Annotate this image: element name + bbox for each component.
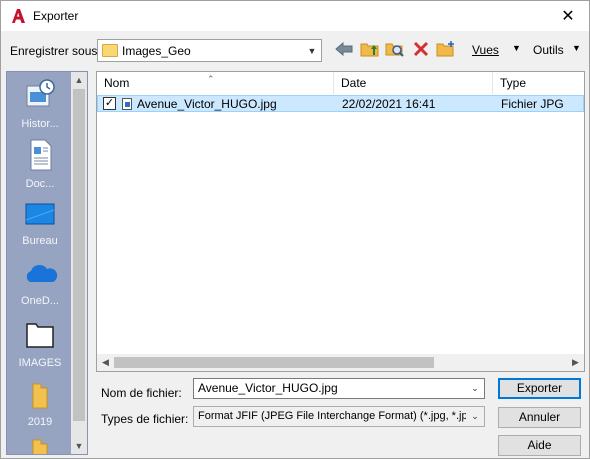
search-web-button[interactable] — [385, 39, 405, 59]
place-documents[interactable]: Doc... — [7, 138, 73, 190]
place-partial[interactable] — [7, 436, 73, 454]
folder-outline-icon — [26, 323, 54, 348]
help-button[interactable]: Aide — [498, 435, 581, 456]
place-label: OneD... — [21, 295, 59, 307]
onedrive-icon — [26, 264, 58, 282]
tools-menu[interactable]: Outils — [533, 43, 564, 57]
autocad-app-icon — [10, 8, 26, 24]
export-button[interactable]: Exporter — [498, 378, 581, 399]
new-folder-button[interactable] — [436, 39, 456, 59]
views-menu[interactable]: Vues — [472, 43, 499, 57]
column-label: Nom — [104, 76, 130, 90]
place-label: 2019 — [27, 416, 53, 428]
search-web-icon — [385, 43, 404, 57]
filename-input[interactable]: Avenue_Victor_HUGO.jpg ⌄ — [193, 378, 485, 399]
places-sidebar: Histor... Doc... Bureau OneD... IMAGES 2… — [6, 71, 88, 455]
place-label: Histor... — [21, 118, 59, 130]
folder-icon — [32, 383, 48, 409]
scroll-up-icon[interactable]: ▲ — [71, 72, 87, 88]
column-header-type[interactable]: Type — [493, 72, 584, 94]
window-title: Exporter — [33, 9, 79, 23]
chevron-down-icon: ▼ — [307, 45, 317, 56]
close-button[interactable]: ✕ — [547, 1, 589, 31]
filetype-dropdown[interactable]: Format JFIF (JPEG File Interchange Forma… — [193, 406, 485, 427]
export-dialog: Exporter ✕ Enregistrer sous: Images_Geo … — [0, 0, 590, 459]
up-folder-icon — [360, 43, 379, 57]
folder-icon — [102, 44, 118, 57]
history-icon — [26, 79, 55, 107]
documents-icon — [30, 139, 52, 171]
place-label: Doc... — [25, 178, 55, 190]
filename-value: Avenue_Victor_HUGO.jpg — [198, 381, 338, 395]
scroll-left-icon[interactable]: ◀ — [97, 354, 114, 371]
column-label: Date — [341, 76, 367, 90]
place-desktop[interactable]: Bureau — [7, 200, 73, 247]
place-label: Bureau — [22, 235, 58, 247]
scroll-down-icon[interactable]: ▼ — [71, 438, 87, 454]
column-header-name[interactable]: ⌃ Nom — [97, 72, 334, 94]
delete-icon — [413, 41, 429, 57]
folder-icon — [32, 439, 48, 454]
up-folder-button[interactable] — [360, 39, 380, 59]
file-name: Avenue_Victor_HUGO.jpg — [137, 97, 277, 111]
filename-label: Nom de fichier: — [101, 386, 182, 400]
horizontal-scroll-thumb[interactable] — [114, 357, 434, 368]
save-in-label: Enregistrer sous: — [10, 44, 101, 58]
place-images[interactable]: IMAGES — [7, 320, 73, 369]
chevron-down-icon[interactable]: ⌄ — [466, 379, 484, 398]
filetype-label: Types de fichier: — [101, 412, 189, 426]
title-bar: Exporter ✕ — [1, 1, 589, 31]
column-label: Type — [500, 76, 527, 90]
views-label: Vues — [472, 43, 499, 57]
save-in-value: Images_Geo — [122, 43, 191, 58]
place-onedrive[interactable]: OneD... — [7, 260, 73, 307]
save-in-dropdown[interactable]: Images_Geo ▼ — [97, 39, 322, 62]
file-row[interactable]: ✓ Avenue_Victor_HUGO.jpg 22/02/2021 16:4… — [97, 95, 584, 112]
delete-button[interactable] — [411, 39, 431, 59]
jpg-file-icon — [122, 98, 132, 110]
file-checkbox[interactable]: ✓ — [103, 97, 116, 110]
cancel-button[interactable]: Annuler — [498, 407, 581, 428]
sidebar-scrollbar[interactable]: ▲ ▼ — [71, 72, 87, 454]
place-2019[interactable]: 2019 — [7, 380, 73, 428]
tools-label: Outils — [533, 43, 564, 57]
views-dropdown-icon[interactable]: ▼ — [512, 43, 521, 53]
filetype-value: Format JFIF (JPEG File Interchange Forma… — [198, 410, 484, 422]
sidebar-scroll-thumb[interactable] — [73, 89, 85, 421]
back-button[interactable] — [334, 39, 354, 59]
scroll-right-icon[interactable]: ▶ — [567, 354, 584, 371]
column-header-date[interactable]: Date — [334, 72, 493, 94]
new-folder-icon — [436, 41, 454, 57]
place-label: IMAGES — [18, 357, 62, 369]
chevron-down-icon[interactable]: ⌄ — [466, 407, 484, 426]
tools-dropdown-icon[interactable]: ▼ — [572, 43, 581, 53]
file-date: 22/02/2021 16:41 — [342, 97, 436, 111]
desktop-icon — [25, 203, 55, 225]
sort-ascending-icon: ⌃ — [207, 74, 215, 84]
horizontal-scrollbar[interactable]: ◀ ▶ — [97, 354, 584, 371]
back-arrow-icon — [335, 42, 353, 56]
file-list[interactable]: ⌃ Nom Date Type ✓ Avenue_Victor_HUGO.jpg… — [96, 71, 585, 372]
close-icon: ✕ — [561, 8, 575, 25]
place-history[interactable]: Histor... — [7, 78, 73, 130]
file-type: Fichier JPG — [501, 97, 564, 111]
